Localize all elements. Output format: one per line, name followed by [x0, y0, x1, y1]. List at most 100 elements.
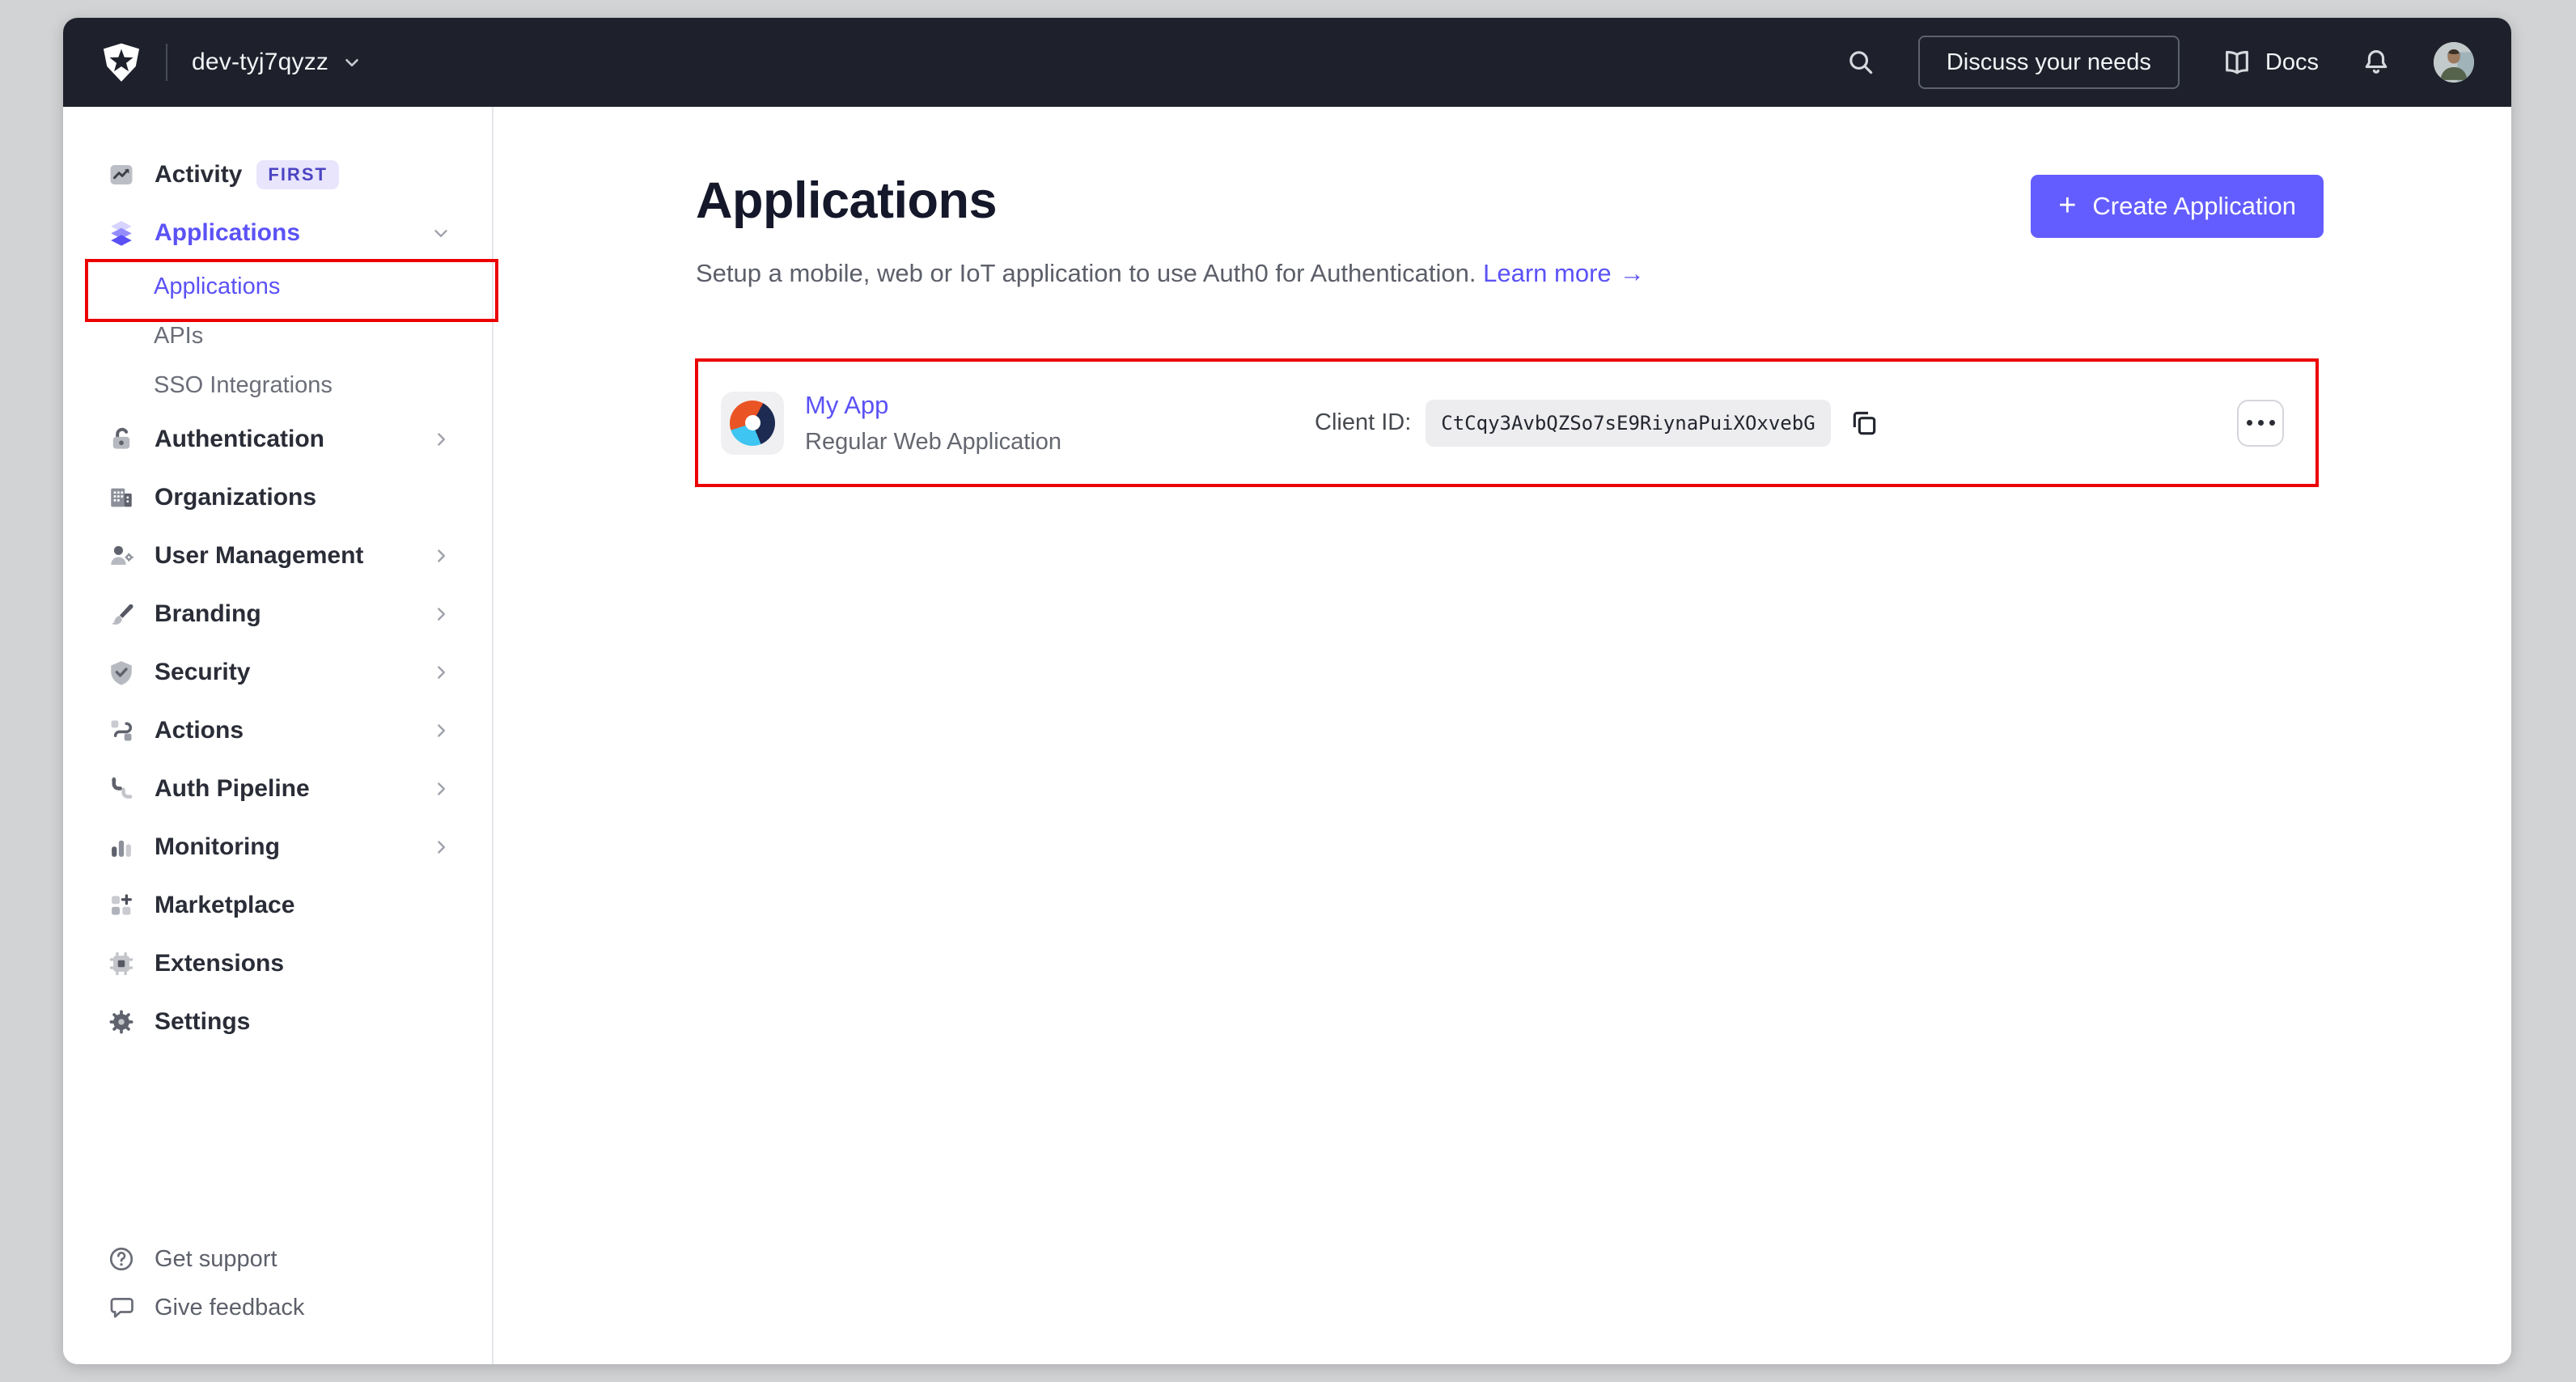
gear-icon: [108, 1008, 135, 1036]
content-header: Applications Setup a mobile, web or IoT …: [696, 172, 2324, 288]
book-icon: [2222, 47, 2252, 78]
tenant-name: dev-tyj7qyzz: [192, 49, 329, 75]
chevron-right-icon: [430, 604, 451, 625]
sidebar-item-label: Monitoring: [155, 833, 280, 860]
chevron-right-icon: [430, 545, 451, 566]
navbar-left: dev-tyj7qyzz: [100, 39, 362, 86]
sidebar-item-label: Auth Pipeline: [155, 775, 310, 802]
pipeline-icon: [108, 775, 135, 803]
sidebar-subitem-label: APIs: [154, 323, 204, 349]
grid-plus-icon: [108, 892, 135, 919]
docs-label: Docs: [2265, 49, 2319, 75]
top-navbar: dev-tyj7qyzz Discuss your needs Docs: [63, 18, 2511, 107]
shield-check-icon: [108, 659, 135, 686]
first-badge: FIRST: [256, 160, 339, 189]
sidebar-subitem-label: SSO Integrations: [154, 372, 333, 398]
sidebar-subitem-sso-integrations[interactable]: SSO Integrations: [63, 361, 492, 410]
user-gear-icon: [108, 542, 135, 570]
auth0-logo: [100, 39, 143, 86]
sidebar-subitem-label: Applications: [154, 273, 281, 299]
client-id-label: Client ID:: [1315, 409, 1412, 435]
page-subtitle: Setup a mobile, web or IoT application t…: [696, 259, 1645, 288]
bar-chart-icon: [108, 833, 135, 861]
sidebar-item-applications[interactable]: Applications: [63, 204, 492, 262]
app-logo: [721, 391, 784, 455]
app-logo-donut: [730, 400, 775, 446]
help-circle-icon: [108, 1245, 135, 1273]
create-application-label: Create Application: [2092, 192, 2296, 220]
dot: [2269, 420, 2275, 426]
sidebar-item-activity[interactable]: Activity FIRST: [63, 146, 492, 204]
title-block: Applications Setup a mobile, web or IoT …: [696, 172, 1645, 288]
chevron-down-icon: [341, 52, 362, 73]
sidebar-item-marketplace[interactable]: Marketplace: [63, 876, 492, 935]
dot: [2257, 420, 2264, 426]
discuss-needs-label: Discuss your needs: [1946, 49, 2151, 75]
sidebar-item-user-management[interactable]: User Management: [63, 527, 492, 585]
sidebar-item-auth-pipeline[interactable]: Auth Pipeline: [63, 760, 492, 818]
chevron-right-icon: [430, 778, 451, 799]
app-window: dev-tyj7qyzz Discuss your needs Docs Act…: [63, 18, 2511, 1364]
app-name-block: My App Regular Web Application: [805, 390, 1061, 456]
sidebar-item-label: Applications: [155, 219, 301, 246]
chevron-right-icon: [430, 662, 451, 683]
search-icon[interactable]: [1845, 47, 1876, 78]
activity-icon: [108, 161, 135, 189]
copy-icon[interactable]: [1847, 406, 1881, 440]
sidebar-item-organizations[interactable]: Organizations: [63, 468, 492, 527]
discuss-needs-button[interactable]: Discuss your needs: [1917, 36, 2180, 89]
sidebar: Activity FIRST Applications Applications…: [63, 107, 494, 1364]
sidebar-item-settings[interactable]: Settings: [63, 993, 492, 1051]
create-application-button[interactable]: + Create Application: [2031, 175, 2324, 238]
sidebar-item-monitoring[interactable]: Monitoring: [63, 818, 492, 876]
sidebar-item-extensions[interactable]: Extensions: [63, 935, 492, 993]
sidebar-item-label: Marketplace: [155, 892, 295, 918]
applications-icon: [108, 219, 135, 247]
sidebar-subitem-apis[interactable]: APIs: [63, 312, 492, 361]
plus-icon: +: [2058, 188, 2077, 223]
app-name-link[interactable]: My App: [805, 390, 1061, 421]
chevron-right-icon: [430, 837, 451, 858]
give-feedback-link[interactable]: Give feedback: [63, 1283, 492, 1332]
app-type-label: Regular Web Application: [805, 429, 1062, 455]
learn-more-link[interactable]: Learn more: [1483, 259, 1612, 287]
sidebar-item-authentication[interactable]: Authentication: [63, 410, 492, 468]
sidebar-item-branding[interactable]: Branding: [63, 585, 492, 643]
sidebar-item-label: Extensions: [155, 950, 285, 977]
tenant-switcher[interactable]: dev-tyj7qyzz: [192, 49, 362, 76]
client-id-group: Client ID: CtCqy3AvbQZSo7sE9RiynaPuiXOxv…: [1315, 360, 1881, 485]
sidebar-subitem-applications[interactable]: Applications: [63, 262, 492, 312]
sidebar-item-label: Actions: [155, 717, 244, 744]
application-row[interactable]: My App Regular Web Application Client ID…: [695, 358, 2319, 487]
chip-icon: [108, 950, 135, 977]
paintbrush-icon: [108, 600, 135, 628]
navbar-divider: [166, 44, 167, 81]
sidebar-item-label: User Management: [155, 542, 364, 569]
main-content: Applications Setup a mobile, web or IoT …: [494, 107, 2511, 1364]
sidebar-footer: Get support Give feedback: [63, 1235, 492, 1364]
more-options-button[interactable]: [2237, 399, 2284, 447]
sidebar-item-label: Activity: [155, 161, 243, 188]
building-icon: [108, 484, 135, 511]
flow-icon: [108, 717, 135, 744]
sidebar-item-security[interactable]: Security: [63, 643, 492, 702]
chevron-down-icon: [430, 223, 451, 244]
sidebar-item-label: Organizations: [155, 484, 317, 511]
page-title: Applications: [696, 172, 998, 229]
subtitle-text: Setup a mobile, web or IoT application t…: [696, 259, 1477, 287]
get-support-link[interactable]: Get support: [63, 1235, 492, 1283]
arrow-right-icon: →: [1619, 259, 1645, 287]
sidebar-item-label: Security: [155, 659, 251, 685]
client-id-value: CtCqy3AvbQZSo7sE9RiynaPuiXOxvebG: [1426, 399, 1831, 447]
sidebar-item-label: Authentication: [155, 426, 324, 452]
sidebar-item-label: Settings: [155, 1008, 251, 1035]
sidebar-item-actions[interactable]: Actions: [63, 702, 492, 760]
docs-link[interactable]: Docs: [2222, 47, 2319, 78]
navbar-right: Discuss your needs Docs: [1845, 36, 2474, 89]
avatar[interactable]: [2434, 42, 2474, 83]
get-support-label: Get support: [155, 1245, 278, 1272]
chat-bubble-icon: [108, 1294, 135, 1321]
chevron-right-icon: [430, 429, 451, 450]
bell-icon[interactable]: [2361, 47, 2392, 78]
give-feedback-label: Give feedback: [155, 1294, 305, 1321]
